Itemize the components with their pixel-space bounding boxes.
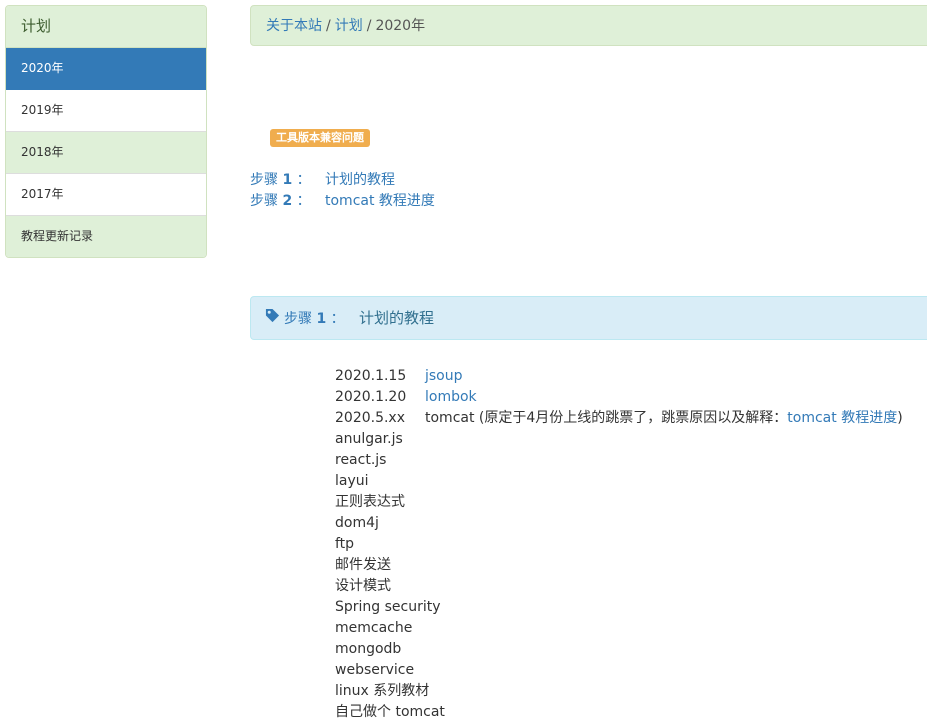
plan-list: 2020.1.15 jsoup 2020.1.20 lombok 2020.5.xx… bbox=[335, 366, 903, 723]
list-item: memcache bbox=[335, 620, 413, 636]
sidebar-item-2017[interactable]: 2017年 bbox=[6, 174, 206, 216]
breadcrumb-separator: / bbox=[326, 18, 331, 34]
tag-icon bbox=[265, 298, 280, 340]
item-date: 2020.5.xx bbox=[335, 410, 406, 426]
list-item: 2020.1.15 jsoup bbox=[335, 366, 903, 387]
breadcrumb-current: 2020年 bbox=[375, 18, 426, 34]
version-compat-badge[interactable]: 工具版本兼容问题 bbox=[270, 129, 370, 147]
step-link[interactable]: tomcat 教程进度 bbox=[325, 193, 435, 209]
list-item: anulgar.js bbox=[335, 431, 403, 447]
list-item: mongodb bbox=[335, 641, 402, 657]
sidebar-title: 计划 bbox=[6, 6, 206, 48]
list-item: Spring security bbox=[335, 599, 441, 615]
step-number: 步骤 1 ： bbox=[250, 172, 311, 188]
list-item: linux 系列教材 bbox=[335, 683, 430, 699]
list-item: react.js bbox=[335, 452, 387, 468]
panel-step-number: 步骤 1 ： bbox=[284, 311, 345, 327]
list-item: 邮件发送 bbox=[335, 557, 391, 573]
list-item: layui bbox=[335, 473, 369, 489]
list-item: 设计模式 bbox=[335, 578, 391, 594]
list-item: 2020.1.20 lombok bbox=[335, 387, 903, 408]
item-date: 2020.1.15 bbox=[335, 368, 407, 384]
step-panel-header: 步骤 1 ： 计划的教程 bbox=[250, 296, 927, 340]
list-item: 自己做个 tomcat bbox=[335, 704, 445, 720]
sidebar-item-2019[interactable]: 2019年 bbox=[6, 90, 206, 132]
list-item: dom4j bbox=[335, 515, 379, 531]
step-number: 步骤 2 ： bbox=[250, 193, 311, 209]
breadcrumb: 关于本站 / 计划/2020年 bbox=[250, 5, 927, 46]
step-list: 步骤 1 ： 计划的教程 步骤 2 ： tomcat 教程进度 bbox=[250, 170, 435, 212]
list-item: ftp bbox=[335, 536, 355, 552]
panel-title: 计划的教程 bbox=[359, 309, 435, 327]
list-item: 2020.5.xx tomcat (原定于4月份上线的跳票了，跳票原因以及解释：t… bbox=[335, 408, 903, 429]
list-item: 正则表达式 bbox=[335, 494, 405, 510]
item-link[interactable]: jsoup bbox=[425, 368, 463, 384]
item-date: 2020.1.20 bbox=[335, 389, 407, 405]
item-text: tomcat (原定于4月份上线的跳票了，跳票原因以及解释： bbox=[425, 410, 788, 426]
step-row: 步骤 1 ： 计划的教程 bbox=[250, 170, 435, 191]
item-link[interactable]: tomcat 教程进度 bbox=[787, 410, 897, 426]
sidebar-item-update-log[interactable]: 教程更新记录 bbox=[6, 216, 206, 257]
sidebar-item-2018[interactable]: 2018年 bbox=[6, 132, 206, 174]
item-text-close: ) bbox=[897, 410, 903, 426]
breadcrumb-home-link[interactable]: 关于本站 bbox=[266, 18, 322, 34]
item-link[interactable]: lombok bbox=[425, 389, 477, 405]
sidebar: 计划 2020年 2019年 2018年 2017年 教程更新记录 bbox=[5, 5, 207, 258]
sidebar-item-2020[interactable]: 2020年 bbox=[6, 48, 206, 90]
list-item: webservice bbox=[335, 662, 415, 678]
step-link[interactable]: 计划的教程 bbox=[325, 172, 395, 188]
breadcrumb-separator: / bbox=[366, 18, 372, 34]
breadcrumb-section-link[interactable]: 计划 bbox=[335, 18, 363, 34]
step-row: 步骤 2 ： tomcat 教程进度 bbox=[250, 191, 435, 212]
